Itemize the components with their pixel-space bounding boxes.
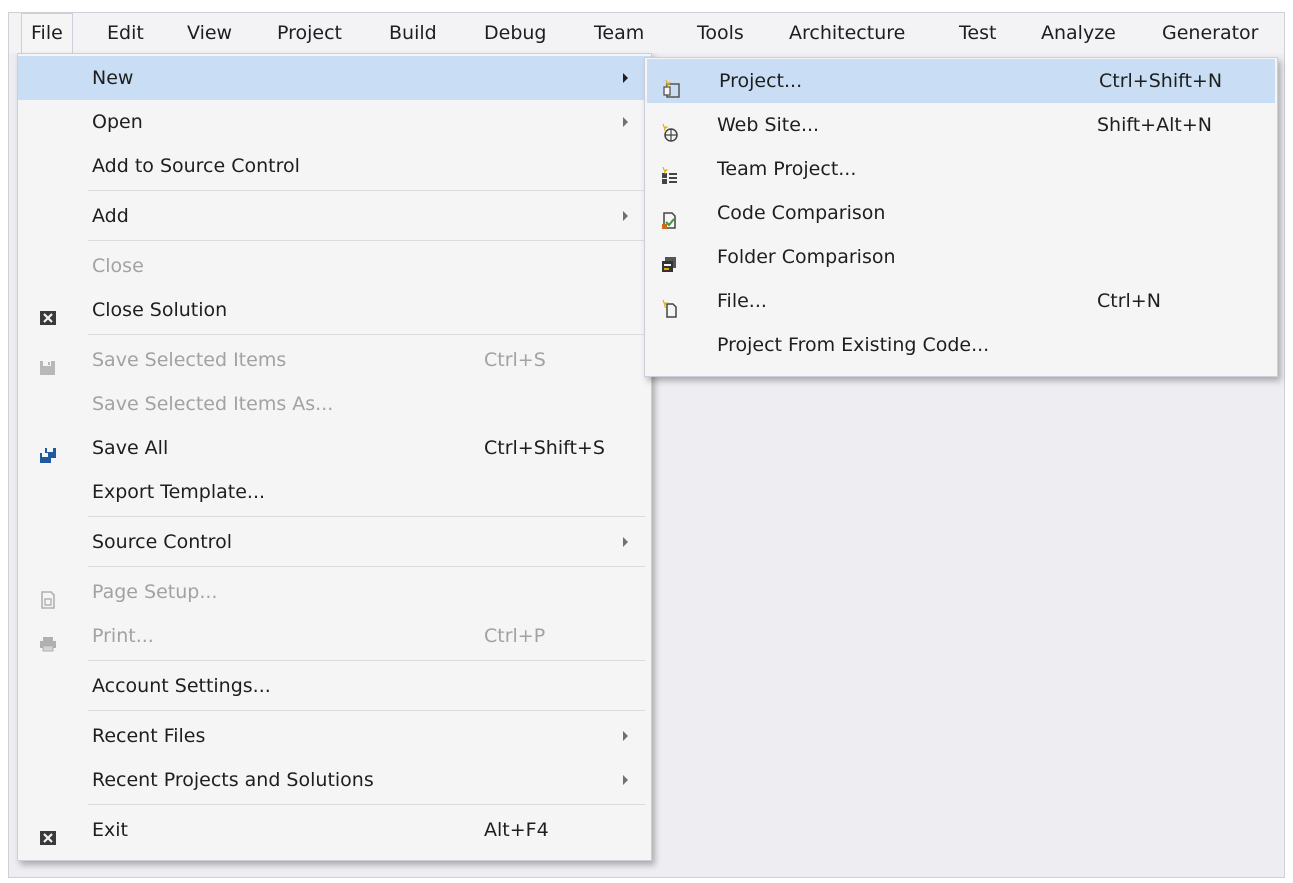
ide-window: File Edit View Project Build Debug Team … [8, 12, 1285, 878]
submenu-arrow-icon [623, 73, 628, 83]
submenu-item-code-comparison[interactable]: Code Comparison [645, 191, 1277, 235]
menu-item-label: Save Selected Items [92, 349, 287, 371]
menu-item-recent-projects[interactable]: Recent Projects and Solutions [18, 758, 651, 802]
menu-item-label: Account Settings... [92, 675, 271, 697]
submenu-item-folder-comparison[interactable]: Folder Comparison [645, 235, 1277, 279]
menu-file[interactable]: File [21, 13, 73, 53]
menu-separator [88, 516, 645, 517]
menu-item-label: Save All [92, 437, 169, 459]
menu-separator [88, 710, 645, 711]
menu-item-label: Print... [92, 625, 154, 647]
menu-architecture[interactable]: Architecture [789, 13, 905, 53]
menu-item-shortcut: Ctrl+N [1097, 290, 1161, 312]
submenu-arrow-icon [623, 117, 628, 127]
new-web-site-icon [659, 115, 679, 142]
submenu-item-project[interactable]: Project... Ctrl+Shift+N [647, 59, 1275, 103]
submenu-arrow-icon [623, 775, 628, 785]
save-icon [38, 350, 58, 375]
menu-item-label: Recent Projects and Solutions [92, 769, 374, 791]
menu-item-new[interactable]: New [18, 56, 651, 100]
menu-item-save-selected-items: Save Selected Items Ctrl+S [18, 338, 651, 382]
menu-item-shortcut: Ctrl+Shift+N [1099, 70, 1223, 92]
submenu-item-project-from-existing-code[interactable]: Project From Existing Code... [645, 323, 1277, 367]
menu-item-close-solution[interactable]: Close Solution [18, 288, 651, 332]
menu-item-shortcut: Ctrl+S [484, 349, 546, 371]
page-setup-icon [38, 582, 58, 609]
submenu-arrow-icon [623, 731, 628, 741]
submenu-item-file[interactable]: File... Ctrl+N [645, 279, 1277, 323]
menu-item-shortcut: Shift+Alt+N [1097, 114, 1212, 136]
menu-view[interactable]: View [187, 13, 232, 53]
menu-separator [88, 804, 645, 805]
menu-item-label: Project... [719, 70, 803, 92]
menu-project[interactable]: Project [277, 13, 342, 53]
menu-item-label: Exit [92, 819, 128, 841]
menu-item-label: Close Solution [92, 299, 228, 321]
menu-item-shortcut: Ctrl+Shift+S [484, 437, 605, 459]
menu-item-save-selected-items-as: Save Selected Items As... [18, 382, 651, 426]
submenu-arrow-icon [623, 211, 628, 221]
close-solution-icon [38, 300, 58, 325]
menu-debug[interactable]: Debug [484, 13, 546, 53]
file-menu: New Open Add to Source Control Add Close [17, 53, 652, 861]
menu-separator [88, 334, 645, 335]
menu-item-label: Page Setup... [92, 581, 218, 603]
menu-item-label: Close [92, 255, 144, 277]
menu-item-add[interactable]: Add [18, 194, 651, 238]
menu-item-label: File... [717, 290, 767, 312]
menu-separator [88, 190, 645, 191]
menu-bar: File Edit View Project Build Debug Team … [9, 13, 1284, 53]
menu-item-label: Team Project... [717, 158, 857, 180]
menu-item-add-to-source-control[interactable]: Add to Source Control [18, 144, 651, 188]
folder-comparison-icon [659, 247, 679, 272]
menu-edit[interactable]: Edit [107, 13, 144, 53]
menu-item-page-setup: Page Setup... [18, 570, 651, 614]
submenu-arrow-icon [623, 537, 628, 547]
menu-test[interactable]: Test [959, 13, 996, 53]
menu-item-source-control[interactable]: Source Control [18, 520, 651, 564]
menu-item-label: Project From Existing Code... [717, 334, 990, 356]
team-project-icon [659, 159, 679, 184]
print-icon [38, 626, 58, 652]
menu-item-label: Export Template... [92, 481, 266, 503]
menu-item-account-settings[interactable]: Account Settings... [18, 664, 651, 708]
menu-item-print: Print... Ctrl+P [18, 614, 651, 658]
menu-team[interactable]: Team [594, 13, 644, 53]
exit-icon [38, 820, 58, 845]
menu-item-label: Recent Files [92, 725, 206, 747]
menu-item-close: Close [18, 244, 651, 288]
new-submenu: Project... Ctrl+Shift+N Web Site... Shif… [644, 57, 1278, 377]
new-project-icon [661, 71, 681, 98]
code-comparison-icon [659, 203, 679, 229]
menu-item-exit[interactable]: Exit Alt+F4 [18, 808, 651, 852]
menu-analyze[interactable]: Analyze [1041, 13, 1116, 53]
menu-item-label: Source Control [92, 531, 232, 553]
menu-item-recent-files[interactable]: Recent Files [18, 714, 651, 758]
menu-separator [88, 566, 645, 567]
menu-tools[interactable]: Tools [697, 13, 744, 53]
menu-item-open[interactable]: Open [18, 100, 651, 144]
menu-item-save-all[interactable]: Save All Ctrl+Shift+S [18, 426, 651, 470]
menu-item-label: Add [92, 205, 129, 227]
menu-item-label: Code Comparison [717, 202, 886, 224]
new-file-icon [659, 291, 679, 318]
menu-item-shortcut: Ctrl+P [484, 625, 546, 647]
submenu-item-web-site[interactable]: Web Site... Shift+Alt+N [645, 103, 1277, 147]
menu-item-label: Save Selected Items As... [92, 393, 334, 415]
menu-item-label: Add to Source Control [92, 155, 300, 177]
menu-item-label: Folder Comparison [717, 246, 896, 268]
menu-build[interactable]: Build [389, 13, 437, 53]
menu-item-shortcut: Alt+F4 [484, 819, 549, 841]
menu-item-export-template[interactable]: Export Template... [18, 470, 651, 514]
menu-generator[interactable]: Generator [1162, 13, 1258, 53]
menu-item-label: Open [92, 111, 143, 133]
menu-separator [88, 240, 645, 241]
save-all-icon [38, 438, 58, 463]
submenu-item-team-project[interactable]: Team Project... [645, 147, 1277, 191]
menu-item-label: Web Site... [717, 114, 820, 136]
menu-item-label: New [92, 67, 134, 89]
menu-separator [88, 660, 645, 661]
